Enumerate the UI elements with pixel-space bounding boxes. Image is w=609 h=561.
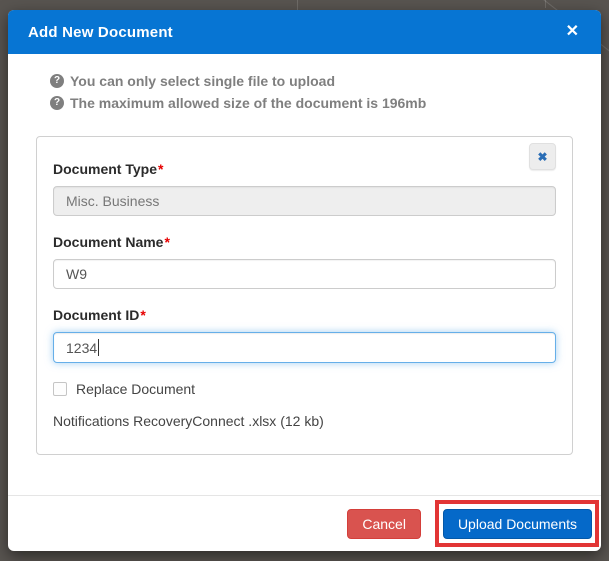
note-text: You can only select single file to uploa… [70, 73, 336, 89]
backdrop-artifact-line [297, 0, 298, 10]
replace-document-label: Replace Document [76, 381, 196, 397]
required-asterisk: * [164, 234, 170, 250]
document-form-panel: ✖ Document Type* Document Name* Document… [36, 136, 573, 455]
document-type-label: Document Type* [53, 161, 556, 178]
add-new-document-modal: Add New Document ✕ ? You can only select… [8, 10, 601, 551]
document-name-label: Document Name* [53, 234, 556, 251]
note-single-file: ? You can only select single file to upl… [50, 70, 573, 92]
document-id-input[interactable] [53, 332, 556, 363]
document-id-label: Document ID* [53, 307, 556, 324]
document-name-input[interactable] [53, 259, 556, 289]
selected-file-info: Notifications RecoveryConnect .xlsx (12 … [53, 413, 324, 429]
label-text: Document Type [53, 161, 157, 177]
modal-body: ? You can only select single file to upl… [8, 54, 601, 495]
text-cursor [98, 339, 99, 356]
cancel-button[interactable]: Cancel [347, 508, 421, 539]
required-asterisk: * [140, 307, 146, 323]
replace-document-checkbox[interactable] [53, 382, 67, 396]
document-type-input [53, 186, 556, 216]
label-text: Document ID [53, 307, 140, 323]
question-circle-icon: ? [50, 74, 64, 88]
modal-footer: Cancel Upload Documents [8, 495, 601, 551]
modal-title: Add New Document [28, 23, 173, 41]
modal-header: Add New Document ✕ [8, 10, 601, 54]
replace-document-row: Replace Document [53, 381, 556, 397]
question-circle-icon: ? [50, 96, 64, 110]
label-text: Document Name [53, 234, 164, 250]
note-max-size: ? The maximum allowed size of the docume… [50, 92, 573, 114]
upload-documents-button[interactable]: Upload Documents [442, 509, 592, 539]
clear-x-icon: ✖ [537, 149, 548, 164]
clear-document-button[interactable]: ✖ [529, 143, 556, 170]
document-id-field-wrap [53, 332, 556, 363]
annotation-highlight-box: Upload Documents [434, 500, 599, 547]
note-text: The maximum allowed size of the document… [70, 95, 427, 111]
required-asterisk: * [157, 161, 164, 177]
close-icon[interactable]: ✕ [564, 22, 581, 42]
